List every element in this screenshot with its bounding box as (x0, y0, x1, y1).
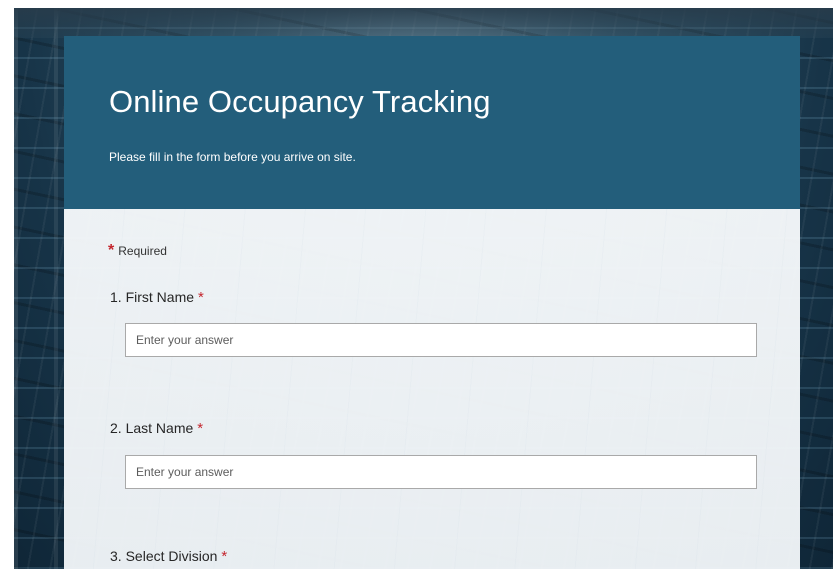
required-note: * Required (108, 242, 167, 260)
required-asterisk: * (198, 289, 204, 306)
required-text: Required (118, 244, 167, 258)
question-text: First Name (125, 289, 195, 305)
question-text: Select Division (125, 548, 218, 564)
last-name-input[interactable] (125, 455, 757, 489)
question-division-label: 3. Select Division * (110, 548, 227, 565)
form-title: Online Occupancy Tracking (109, 84, 491, 119)
question-number: 1. (110, 289, 122, 305)
required-asterisk: * (108, 242, 115, 259)
form-body: *Required 1. First Name* 2. Last Name* 3… (64, 209, 800, 569)
question-last-name-label: 2. Last Name * (110, 420, 203, 437)
required-asterisk: * (197, 420, 204, 437)
form-description: Please fill in the form before you arriv… (109, 150, 356, 164)
first-name-input[interactable] (125, 323, 757, 357)
question-number: 3. (110, 548, 122, 564)
question-first-name-label: 1. First Name * (110, 289, 204, 306)
form-header: Online Occupancy Tracking Please fill in… (64, 36, 800, 209)
required-asterisk: * (221, 548, 228, 565)
form-card: Online Occupancy Tracking Please fill in… (64, 36, 800, 569)
question-text: Last Name (125, 420, 194, 436)
question-number: 2. (110, 420, 122, 436)
